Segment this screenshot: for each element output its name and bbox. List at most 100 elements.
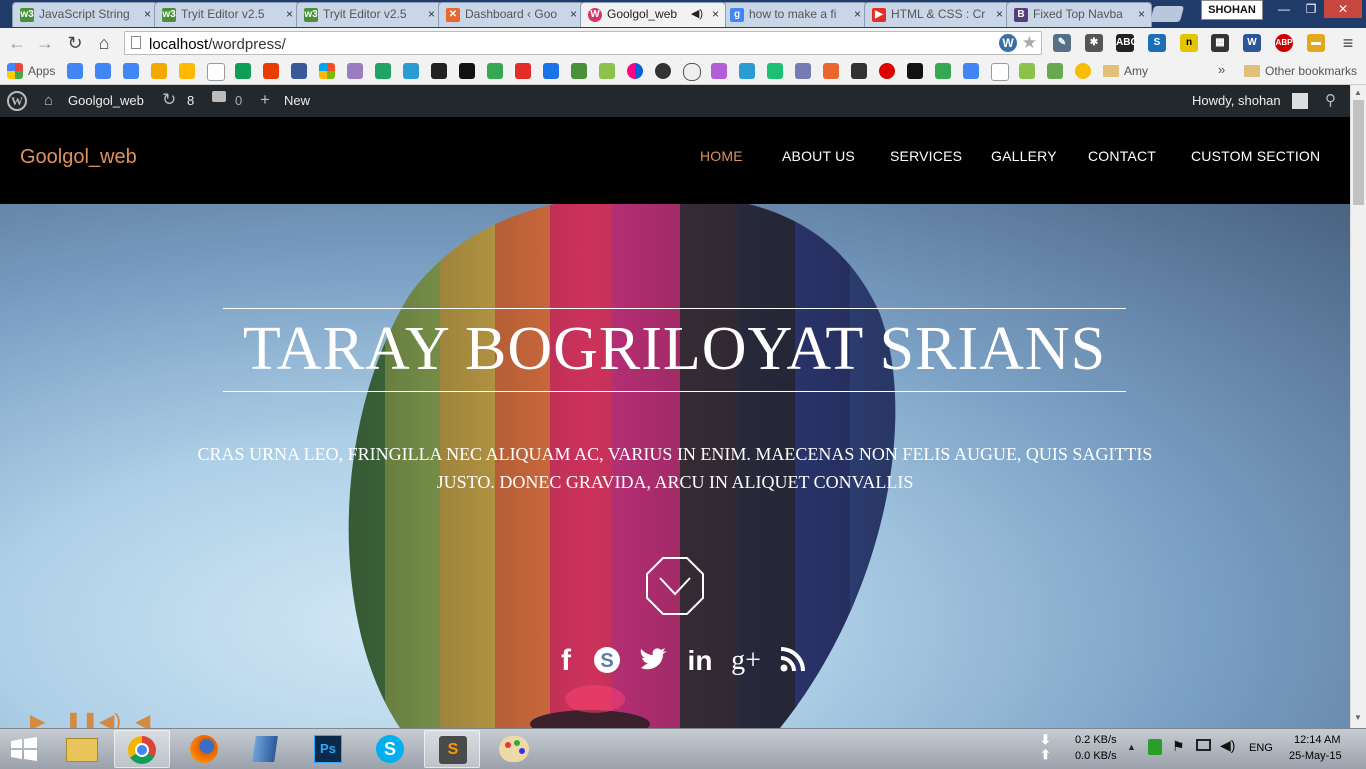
w-icon[interactable] <box>403 63 419 79</box>
paint-icon[interactable] <box>486 730 542 768</box>
browser-tab[interactable]: g how to make a fi × <box>722 2 868 27</box>
triangle-icon[interactable] <box>1075 63 1091 79</box>
scroll-down-button[interactable] <box>645 556 705 616</box>
browser-tab-active[interactable]: W Goolgol_web ◀) × <box>580 2 726 27</box>
close-icon[interactable]: × <box>996 7 1003 21</box>
google-icon[interactable] <box>67 63 83 79</box>
browser-tab[interactable]: B Fixed Top Navba × <box>1006 2 1152 27</box>
wordpress-logo-icon[interactable]: W <box>7 91 27 111</box>
clock-time[interactable]: 12:14 AM <box>1294 734 1340 746</box>
google-icon[interactable] <box>95 63 111 79</box>
folder-extension-icon[interactable]: ▬ <box>1307 34 1325 52</box>
image-icon[interactable] <box>599 63 615 79</box>
clock-date[interactable]: 25-May-15 <box>1289 750 1342 762</box>
microsoft-icon[interactable] <box>319 63 335 79</box>
home-icon[interactable]: ⌂ <box>93 32 115 54</box>
back-icon[interactable]: ← <box>6 32 28 54</box>
cc-icon[interactable] <box>991 63 1009 81</box>
network-icon[interactable] <box>1196 739 1211 751</box>
reload-icon[interactable]: ↻ <box>64 32 86 54</box>
office-icon[interactable] <box>263 63 279 79</box>
comments-icon[interactable] <box>212 91 226 102</box>
apps-grid-icon[interactable] <box>7 63 23 79</box>
linkedin-icon[interactable]: in <box>683 644 717 678</box>
xampp-icon[interactable] <box>823 63 839 79</box>
photoshop-icon[interactable]: Ps <box>300 730 356 768</box>
nav-custom-section[interactable]: CUSTOM SECTION <box>1191 148 1320 164</box>
restore-icon[interactable]: ❐ <box>1297 0 1325 18</box>
browser-tab[interactable]: ✕ Dashboard ‹ Goo × <box>438 2 584 27</box>
star-icon[interactable]: ★ <box>1022 33 1037 53</box>
php-icon[interactable] <box>795 63 811 79</box>
show-hidden-icons[interactable]: ▲ <box>1127 742 1136 752</box>
books-app-icon[interactable] <box>238 730 294 768</box>
bookmark-icon[interactable] <box>431 63 447 79</box>
other-bookmarks[interactable]: Other bookmarks <box>1265 64 1357 78</box>
feather-icon[interactable] <box>711 63 727 79</box>
comments-count[interactable]: 0 <box>235 93 242 108</box>
menu-icon[interactable]: ≡ <box>1339 34 1357 52</box>
windows-start-icon[interactable] <box>10 737 38 761</box>
flag-icon[interactable]: ⚑ <box>1172 738 1185 755</box>
address-bar[interactable]: localhost/wordpress/ W ★ <box>124 31 1042 55</box>
twitter-icon[interactable] <box>636 644 670 678</box>
volume-tray-icon[interactable]: ◀) <box>1220 737 1235 754</box>
updates-icon[interactable]: ↻ <box>162 90 176 110</box>
flickr-icon[interactable] <box>627 63 643 79</box>
w3schools-icon[interactable] <box>571 63 587 79</box>
howdy-user-link[interactable]: Howdy, shohan <box>1192 93 1281 108</box>
database-icon[interactable] <box>151 63 167 79</box>
browser-tab[interactable]: ▶ HTML & CSS : Cr × <box>864 2 1010 27</box>
language-indicator[interactable]: ENG <box>1249 742 1273 754</box>
site-name-link[interactable]: Goolgol_web <box>68 93 144 108</box>
url-text[interactable]: localhost/wordpress/ <box>149 36 286 53</box>
pause-icon[interactable]: ❚❚ <box>65 709 99 728</box>
plus-icon[interactable]: + <box>260 90 270 110</box>
dropper-icon[interactable]: ✎ <box>1053 34 1071 52</box>
file-explorer-icon[interactable] <box>53 730 109 768</box>
mute-icon[interactable]: ◀ <box>135 709 150 728</box>
browser-tab[interactable]: w3 JavaScript String × <box>12 2 158 27</box>
profile-button[interactable]: SHOHAN <box>1201 0 1263 20</box>
bird-icon[interactable] <box>1047 63 1063 79</box>
play-icon[interactable]: ▶ <box>30 709 45 728</box>
w-icon[interactable] <box>739 63 755 79</box>
t-icon[interactable] <box>347 63 363 79</box>
abc-icon[interactable]: ABC <box>1116 34 1138 52</box>
play-store-icon[interactable] <box>487 63 503 79</box>
youtube-icon[interactable] <box>515 63 531 79</box>
drive-icon[interactable] <box>375 63 391 79</box>
search-icon[interactable]: ⚲ <box>1325 91 1336 109</box>
xe-icon[interactable] <box>207 63 225 81</box>
ip-icon[interactable] <box>543 63 559 79</box>
n-extension-icon[interactable]: n <box>1180 34 1198 52</box>
scroll-down-icon[interactable]: ▼ <box>1354 713 1362 722</box>
avatar[interactable] <box>1292 93 1308 109</box>
nav-about-us[interactable]: ABOUT US <box>782 148 855 164</box>
bag-icon[interactable] <box>767 63 783 79</box>
maps-icon[interactable] <box>935 63 951 79</box>
film-icon[interactable]: ▦ <box>1211 34 1229 52</box>
car-icon[interactable] <box>907 63 923 79</box>
page-scrollbar[interactable]: ▲ ▼ <box>1350 85 1366 728</box>
close-icon[interactable]: × <box>570 7 577 21</box>
skype-taskbar-icon[interactable]: S <box>362 730 418 768</box>
close-icon[interactable]: × <box>286 7 293 21</box>
close-window-icon[interactable]: ✕ <box>1324 0 1362 18</box>
new-tab-button[interactable] <box>1149 6 1185 22</box>
nl-icon[interactable] <box>1019 63 1035 79</box>
skype-icon[interactable]: S <box>590 644 624 678</box>
car-icon[interactable] <box>851 63 867 79</box>
nav-home[interactable]: HOME <box>700 148 743 164</box>
browser-tab[interactable]: w3 Tryit Editor v2.5 × <box>296 2 442 27</box>
scroll-up-icon[interactable]: ▲ <box>1354 88 1362 97</box>
volume-icon[interactable]: ◀) <box>99 709 121 728</box>
minimize-icon[interactable]: — <box>1270 0 1298 18</box>
google-icon[interactable] <box>123 63 139 79</box>
adblock-icon[interactable]: ABP <box>1275 34 1293 52</box>
close-icon[interactable]: × <box>854 7 861 21</box>
site-brand[interactable]: Goolgol_web <box>20 146 137 169</box>
panda-icon[interactable] <box>683 63 701 81</box>
sheets-icon[interactable] <box>235 63 251 79</box>
forward-icon[interactable]: → <box>34 32 56 54</box>
